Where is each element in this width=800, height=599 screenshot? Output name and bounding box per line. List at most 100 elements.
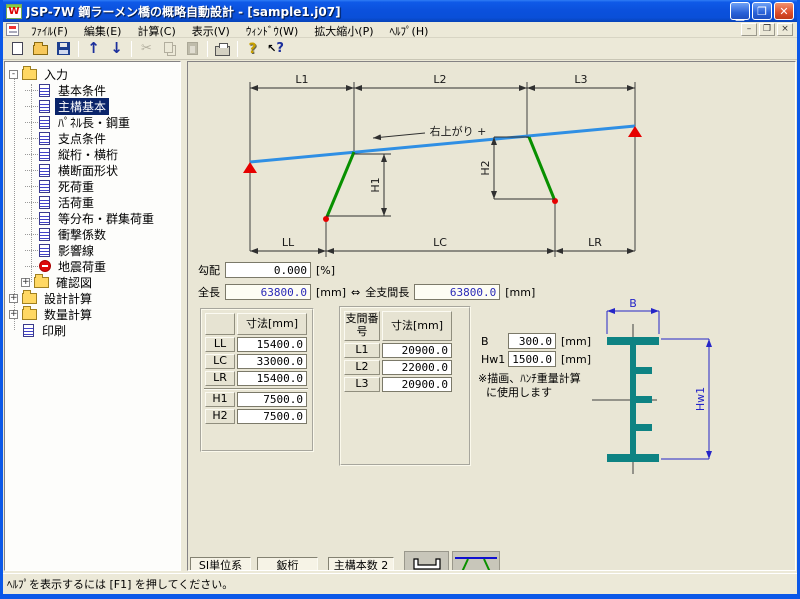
menu-window[interactable]: ｳｨﾝﾄﾞｳ(W) [238,22,306,37]
cell-lr-value[interactable]: 15400.0 [237,371,307,386]
document-icon [39,196,50,209]
help-question-icon: ? [248,41,256,57]
spans-header-size: 寸法[mm] [382,311,452,341]
sidebar-item-quantity-calculation[interactable]: + 数量計算 [5,306,180,322]
sidebar-item-print[interactable]: 印刷 [5,322,180,338]
mdi-document-icon[interactable] [6,23,19,36]
spans-table-box: 支間番号 寸法[mm] L1 20900.0 L2 22000.0 L3 209… [339,306,471,466]
row-label-l1: L1 [344,343,380,358]
down-arrow-icon: ↓ [110,41,123,56]
sidebar-item-live-load[interactable]: 活荷重 [5,194,180,210]
cell-h1-value[interactable]: 7500.0 [237,392,307,407]
copy-icon [164,42,173,53]
sidebar-item-dead-load[interactable]: 死荷重 [5,178,180,194]
cell-ll-value[interactable]: 15400.0 [237,337,307,352]
tree-branch-line [25,266,38,267]
cell-h2-value[interactable]: 7500.0 [237,409,307,424]
grade-label: 勾配 [198,262,220,278]
sidebar-item-main-girder-basic[interactable]: 主構基本 [5,98,180,114]
help-button[interactable]: ? [241,39,264,59]
total-length-label: 全長 [198,284,220,300]
document-icon [39,164,50,177]
window-title: JSP-7W 鋼ラーメン橋の概略自動設計 - [sample1.j07] [26,3,728,20]
menu-help[interactable]: ﾍﾙﾌﾟ(H) [382,22,437,37]
folder-open-icon [22,69,37,80]
frame-shape-icon [453,553,499,571]
status-message: ﾍﾙﾌﾟを表示するには [F1] を押してください。 [7,576,233,592]
open-button[interactable] [29,39,52,59]
sidebar-item-basic-conditions[interactable]: 基本条件 [5,82,180,98]
menu-calc[interactable]: 計算(C) [129,22,183,37]
toolbar-separator [237,41,238,57]
sidebar-item-support-conditions[interactable]: 支点条件 [5,130,180,146]
new-button[interactable] [6,39,29,59]
move-up-button[interactable]: ↑ [82,39,105,59]
sidebar-item-cross-section-shape[interactable]: 横断面形状 [5,162,180,178]
close-button[interactable]: ✕ [774,2,794,20]
sidebar-item-stringer-crossbeam[interactable]: 縦桁・横桁 [5,146,180,162]
row-label-l2: L2 [344,360,380,375]
channel-section-button[interactable] [404,551,449,571]
cell-lc-value[interactable]: 33000.0 [237,354,307,369]
sidebar-item-check-drawing[interactable]: + 確認図 [5,274,180,290]
main-panel: L1 L2 L3 右上がり + [187,61,796,571]
tree-branch-line [25,90,38,91]
document-icon [39,148,50,161]
mdi-restore-button[interactable]: ❐ [759,23,775,36]
girder-cross-section-diagram: B Hw1 [578,297,748,487]
cut-button[interactable]: ✂ [135,39,158,59]
toolbar-separator [78,41,79,57]
row-label-h1: H1 [205,392,235,407]
height-label-h2: H2 [479,160,492,175]
save-button[interactable] [52,39,75,59]
sidebar-item-input[interactable]: - 入力 [5,66,180,82]
usage-note: ※描画、ﾊﾝﾁ重量計算 に使用します [478,372,581,400]
menu-edit[interactable]: 編集(E) [76,22,130,37]
sidebar-item-panel-length-steel-weight[interactable]: ﾊﾟﾈﾙ長・鋼重 [5,114,180,130]
tree-collapse-icon[interactable]: - [9,70,18,79]
sidebar-item-design-calculation[interactable]: + 設計計算 [5,290,180,306]
sidebar-item-influence-line[interactable]: 影響線 [5,242,180,258]
row-label-lc: LC [205,354,235,369]
sidebar-item-seismic-load[interactable]: 地震荷重 [5,258,180,274]
tree-branch-line [25,250,38,251]
move-down-button[interactable]: ↓ [105,39,128,59]
dimensions-header-empty [205,313,235,335]
toolbar: ↑ ↓ ✂ ? ↖? [3,38,797,60]
folder-icon [22,309,37,320]
paste-button[interactable] [181,39,204,59]
row-label-ll: LL [205,337,235,352]
tree-expand-icon[interactable]: + [21,278,30,287]
tree-branch-line [25,218,38,219]
menu-zoom[interactable]: 拡大縮小(P) [306,22,381,37]
minimize-button[interactable]: ▁ [730,2,750,20]
toolbar-separator [207,41,208,57]
spans-header-number: 支間番号 [344,311,380,341]
frame-shape-button[interactable] [452,551,500,571]
sidebar-item-impact-coefficient[interactable]: 衝撃係数 [5,226,180,242]
tree-expand-icon[interactable]: + [9,310,18,319]
tree-expand-icon[interactable]: + [9,294,18,303]
restore-button[interactable]: ❐ [752,2,772,20]
bottom-label-lr: LR [588,236,602,249]
cell-l3-value[interactable]: 20900.0 [382,377,452,392]
pier1-base-dot [323,216,329,222]
context-help-button[interactable]: ↖? [264,39,287,59]
menu-view[interactable]: 表示(V) [184,22,238,37]
hw1-input[interactable]: 1500.0 [508,351,556,367]
sidebar-item-distributed-crowd-load[interactable]: 等分布・群集荷重 [5,210,180,226]
cell-l2-value[interactable]: 22000.0 [382,360,452,375]
height-label-h1: H1 [369,177,382,192]
row-label-lr: LR [205,371,235,386]
print-button[interactable] [211,39,234,59]
mdi-close-button[interactable]: × [777,23,793,36]
cell-l1-value[interactable]: 20900.0 [382,343,452,358]
menu-file[interactable]: ﾌｧｲﾙ(F) [23,22,76,37]
mdi-minimize-button[interactable]: – [741,23,757,36]
copy-button[interactable] [158,39,181,59]
b-input[interactable]: 300.0 [508,333,556,349]
grade-input[interactable]: 0.000 [225,262,311,278]
span-label-l3: L3 [574,73,587,86]
main-girder-count-box: 主構本数 2 [328,557,394,571]
equivalence-arrow: ⇔ [351,286,360,299]
